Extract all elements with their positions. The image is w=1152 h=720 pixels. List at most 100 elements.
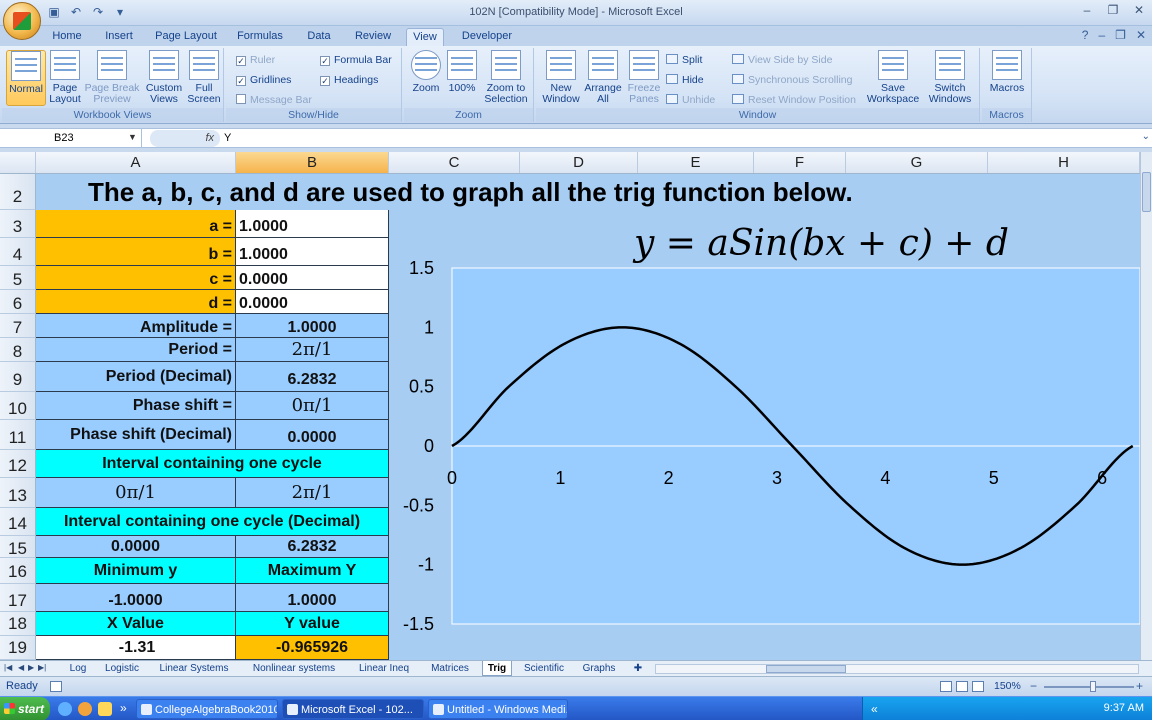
folder-icon[interactable]: [98, 702, 112, 716]
minimum-y-value[interactable]: -1.0000: [36, 584, 236, 612]
value-b[interactable]: 1.0000: [236, 238, 389, 266]
y-value-header[interactable]: Y value: [236, 612, 389, 636]
sheet-tab-scientific[interactable]: Scientific: [518, 661, 570, 676]
zoom-in-icon[interactable]: +: [1136, 679, 1143, 693]
zoom-level[interactable]: 150%: [994, 680, 1021, 692]
prev-sheet-icon[interactable]: ◀: [18, 663, 24, 672]
full-screen-button[interactable]: Full Screen: [186, 50, 222, 105]
sync-scrolling-button[interactable]: Synchronous Scrolling: [732, 72, 852, 88]
zoom-to-selection-button[interactable]: Zoom to Selection: [480, 50, 532, 105]
interval-decimal-end[interactable]: 6.2832: [236, 536, 389, 558]
interval-header[interactable]: Interval containing one cycle: [36, 450, 389, 478]
taskbar-item-college-algebra[interactable]: CollegeAlgebraBook2010....: [136, 699, 278, 719]
label-phase-shift[interactable]: Phase shift =: [36, 392, 236, 420]
zoom-100-button[interactable]: 100%: [446, 50, 478, 94]
row-header[interactable]: 4: [0, 238, 36, 266]
taskbar-item-excel[interactable]: Microsoft Excel - 102...: [282, 699, 424, 719]
tab-data[interactable]: Data: [300, 28, 338, 46]
row-header[interactable]: 16: [0, 558, 36, 584]
value-phase-shift[interactable]: 0π/1: [236, 392, 389, 420]
x-value-header[interactable]: X Value: [36, 612, 236, 636]
trig-chart[interactable]: y = aSin(bx + c) + d 1.5 1 0.5 0 -0.5 -1 -1.5 0 1…: [389, 210, 1140, 660]
label-b[interactable]: b =: [36, 238, 236, 266]
zoom-out-icon[interactable]: −: [1030, 679, 1037, 693]
tab-view[interactable]: View: [406, 28, 444, 46]
sheet-title[interactable]: The a, b, c, and d are used to graph all…: [36, 174, 1140, 210]
maximum-y-value[interactable]: 1.0000: [236, 584, 389, 612]
interval-start[interactable]: 0π/1: [36, 478, 236, 508]
start-button[interactable]: start: [0, 697, 50, 720]
row-header[interactable]: 11: [0, 420, 36, 450]
headings-checkbox[interactable]: ✓ Headings: [320, 72, 378, 88]
column-header[interactable]: B: [236, 152, 389, 173]
help-icon[interactable]: ?: [1082, 28, 1089, 42]
tray-expand-icon[interactable]: «: [871, 702, 878, 716]
insert-sheet-icon[interactable]: ✚: [628, 661, 648, 676]
macro-record-icon[interactable]: [50, 681, 62, 692]
sheet-tab-linear-ineq[interactable]: Linear Ineq: [352, 661, 416, 676]
label-a[interactable]: a =: [36, 210, 236, 238]
save-workspace-button[interactable]: Save Workspace: [866, 50, 920, 105]
label-period[interactable]: Period =: [36, 338, 236, 362]
label-c[interactable]: c =: [36, 266, 236, 290]
ie-icon[interactable]: [58, 702, 72, 716]
label-phase-shift-decimal[interactable]: Phase shift (Decimal): [36, 420, 236, 450]
page-layout-status-icon[interactable]: [956, 681, 968, 692]
value-phase-shift-decimal[interactable]: 0.0000: [236, 420, 389, 450]
row-header[interactable]: 10: [0, 392, 36, 420]
value-a[interactable]: 1.0000: [236, 210, 389, 238]
row-header[interactable]: 5: [0, 266, 36, 290]
row-header[interactable]: 12: [0, 450, 36, 478]
sheet-tab-linear-systems[interactable]: Linear Systems: [150, 661, 238, 676]
close-icon[interactable]: ✕: [1130, 2, 1148, 18]
restore-icon[interactable]: ❐: [1104, 2, 1122, 18]
tab-review[interactable]: Review: [350, 28, 396, 46]
tab-formulas[interactable]: Formulas: [232, 28, 288, 46]
name-box[interactable]: B23: [0, 129, 142, 148]
insert-function-button[interactable]: fx: [150, 130, 220, 147]
formula-input[interactable]: Y: [224, 129, 231, 148]
column-header[interactable]: G: [846, 152, 988, 173]
value-period-decimal[interactable]: 6.2832: [236, 362, 389, 392]
row-header[interactable]: 18: [0, 612, 36, 636]
expand-formula-bar-icon[interactable]: ⌄: [1142, 131, 1150, 142]
row-header[interactable]: 13: [0, 478, 36, 508]
normal-view-button[interactable]: Normal: [6, 50, 46, 106]
macros-button[interactable]: Macros: [988, 50, 1026, 94]
last-sheet-icon[interactable]: ▶|: [38, 663, 46, 672]
tab-insert[interactable]: Insert: [98, 28, 140, 46]
interval-decimal-start[interactable]: 0.0000: [36, 536, 236, 558]
zoom-slider[interactable]: [1044, 686, 1134, 688]
vertical-scroll-thumb[interactable]: [1142, 172, 1151, 212]
column-header[interactable]: C: [389, 152, 520, 173]
new-window-button[interactable]: New Window: [540, 50, 582, 105]
row-header[interactable]: 14: [0, 508, 36, 536]
unhide-button[interactable]: Unhide: [666, 92, 715, 108]
tab-home[interactable]: Home: [46, 28, 88, 46]
vertical-scrollbar[interactable]: [1140, 152, 1152, 660]
sheet-tab-nonlinear-systems[interactable]: Nonlinear systems: [244, 661, 344, 676]
hide-button[interactable]: Hide: [666, 72, 704, 88]
reset-window-position-button[interactable]: Reset Window Position: [732, 92, 856, 108]
page-layout-view-button[interactable]: Page Layout: [46, 50, 84, 105]
ribbon-restore-icon[interactable]: ❐: [1115, 28, 1126, 42]
column-header[interactable]: D: [520, 152, 638, 173]
zoom-button[interactable]: Zoom: [408, 50, 444, 94]
row-header[interactable]: 2: [0, 174, 36, 210]
row-header[interactable]: 17: [0, 584, 36, 612]
freeze-panes-button[interactable]: Freeze Panes: [624, 50, 664, 105]
horizontal-scroll-thumb[interactable]: [766, 665, 846, 673]
taskbar-item-media-player[interactable]: Untitled - Windows Medi...: [428, 699, 568, 719]
quick-launch-more-icon[interactable]: »: [120, 701, 127, 715]
formula-bar-checkbox[interactable]: ✓ Formula Bar: [320, 52, 392, 68]
next-sheet-icon[interactable]: ▶: [28, 663, 34, 672]
firefox-icon[interactable]: [78, 702, 92, 716]
ribbon-close-icon[interactable]: ✕: [1136, 28, 1146, 42]
switch-windows-button[interactable]: Switch Windows: [922, 50, 978, 105]
office-button[interactable]: [3, 2, 41, 40]
row-header[interactable]: 9: [0, 362, 36, 392]
normal-view-status-icon[interactable]: [940, 681, 952, 692]
horizontal-scrollbar[interactable]: [655, 664, 1139, 674]
label-d[interactable]: d =: [36, 290, 236, 314]
row-header[interactable]: 7: [0, 314, 36, 338]
